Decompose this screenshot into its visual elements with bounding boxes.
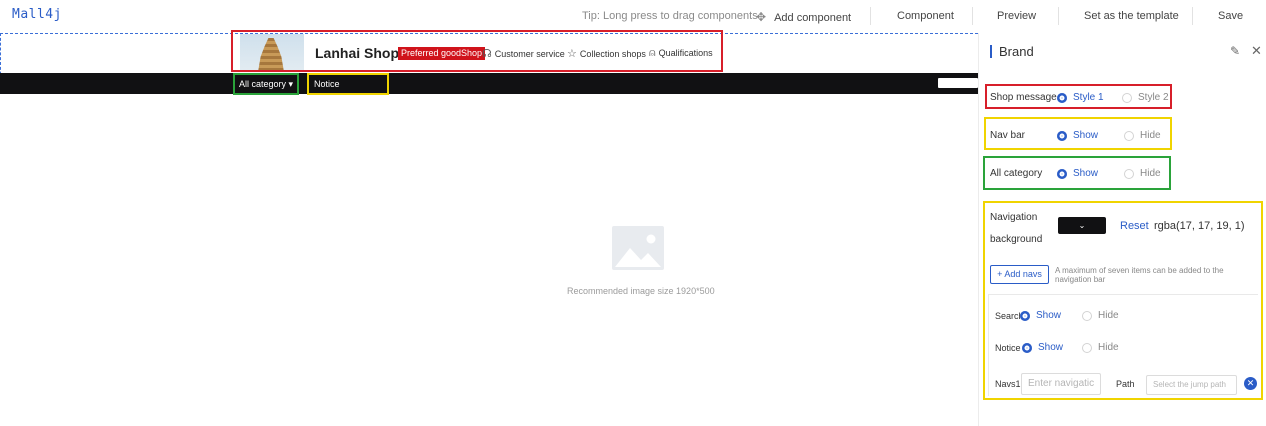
toolbar-divider (1058, 7, 1059, 25)
preview-button[interactable]: Preview (997, 10, 1036, 22)
shop-message-highlight (985, 84, 1172, 109)
notice-highlight (307, 73, 389, 95)
save-button[interactable]: Save (1218, 10, 1243, 22)
move-arrows-icon: ✥ (756, 10, 767, 24)
nav-search-box[interactable] (938, 78, 978, 88)
recommend-image-size: Recommended image size 1920*500 (567, 286, 715, 296)
drag-tip: Tip: Long press to drag components (582, 10, 758, 22)
app-logo[interactable]: Mall4j (12, 7, 62, 22)
toolbar-divider (1192, 7, 1193, 25)
all-category-highlight (233, 73, 299, 95)
edit-icon[interactable]: ✎ (1230, 44, 1240, 58)
set-template-button[interactable]: Set as the template (1084, 10, 1179, 22)
add-component-button[interactable]: ✥ Add component (756, 10, 851, 24)
component-button[interactable]: Component (897, 10, 954, 22)
all-category-highlight (983, 156, 1171, 190)
image-icon (612, 226, 664, 270)
shop-message-highlight (231, 30, 723, 72)
top-toolbar: Mall4j Tip: Long press to drag component… (0, 0, 1266, 32)
nav-bar[interactable] (0, 73, 978, 94)
navigation-settings-highlight (983, 201, 1263, 400)
nav-bar-highlight (984, 117, 1172, 150)
close-icon[interactable]: ✕ (1251, 43, 1262, 59)
add-component-label: Add component (774, 12, 852, 24)
toolbar-divider (870, 7, 871, 25)
toolbar-divider (972, 7, 973, 25)
editor-root: Mall4j Tip: Long press to drag component… (0, 0, 1266, 426)
panel-title: Brand (990, 45, 1034, 58)
